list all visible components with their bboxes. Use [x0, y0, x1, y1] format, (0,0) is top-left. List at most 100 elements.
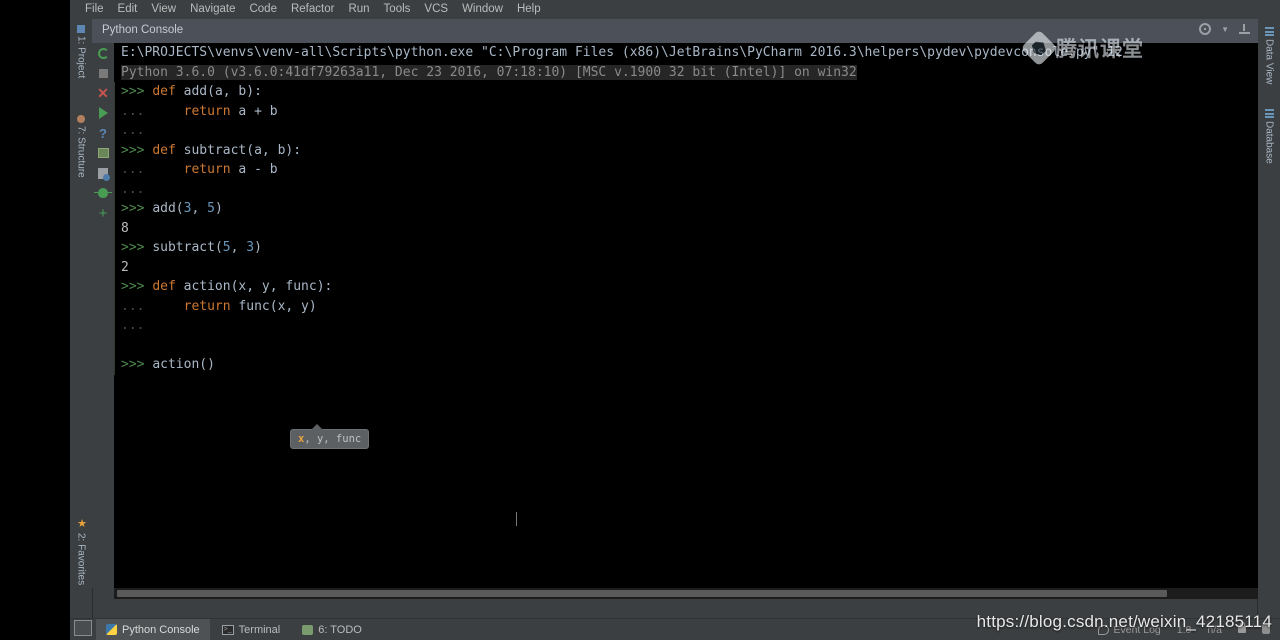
resize-handle[interactable] — [74, 620, 92, 636]
console-output: 8 — [121, 220, 129, 236]
sidebar-item-data-view[interactable]: Data View — [1258, 21, 1280, 97]
console-line: ... return a - b — [114, 160, 1258, 180]
sidebar-item-project-label: 1: Project — [75, 36, 87, 79]
sidebar-item-project[interactable]: 1: Project — [70, 21, 92, 101]
console-line: ... — [114, 179, 1258, 199]
console-code: return func(x, y) — [183, 298, 317, 314]
status-bar-tabs: Python Console >_ Terminal 6: TODO — [96, 619, 372, 640]
menu-item-view[interactable]: View — [144, 0, 183, 19]
tab-terminal-label: Terminal — [238, 623, 281, 636]
chevron-down-icon[interactable]: ▼ — [1221, 25, 1229, 34]
console-line: ... — [114, 316, 1258, 336]
console-startup-command: E:\PROJECTS\venvs\venv-all\Scripts\pytho… — [121, 45, 1123, 60]
encoding-indicator[interactable]: n/a — [1207, 624, 1222, 636]
tab-todo[interactable]: 6: TODO — [292, 619, 372, 640]
console-continuation: ... — [121, 103, 145, 119]
menu-bar: File Edit View Navigate Code Refactor Ru… — [70, 0, 1280, 19]
console-line: 2 — [114, 257, 1258, 277]
console-code: return a - b — [183, 162, 278, 177]
console-code: add(3, 5) — [152, 201, 223, 216]
console-code: def action(x, y, func): — [152, 279, 333, 294]
console-output: 2 — [121, 259, 129, 275]
table-grid-icon — [1264, 27, 1274, 36]
menu-item-refactor[interactable]: Refactor — [284, 0, 341, 19]
pycharm-window: File Edit View Navigate Code Refactor Ru… — [70, 0, 1280, 640]
todo-icon — [302, 624, 314, 635]
console-continuation: ... — [121, 181, 145, 197]
tab-todo-label: 6: TODO — [318, 623, 362, 636]
lock-icon[interactable] — [1238, 622, 1246, 633]
new-console-icon[interactable]: + — [92, 203, 114, 223]
sidebar-item-database-label: Database — [1263, 121, 1275, 164]
sidebar-item-database[interactable]: Database — [1258, 103, 1280, 177]
menu-item-code[interactable]: Code — [242, 0, 284, 19]
console-tab-header: Python Console ▼ — [92, 19, 1258, 44]
debug-icon[interactable] — [92, 183, 114, 203]
sidebar-item-data-view-label: Data View — [1263, 39, 1275, 85]
text-caret — [516, 512, 517, 526]
console-line: ... return a + b — [114, 101, 1258, 121]
panel-controls: ▼ — [1199, 23, 1250, 35]
sidebar-item-favorites[interactable]: ★ 2: Favorites — [70, 513, 92, 605]
console-line: >>> def action(x, y, func): — [114, 277, 1258, 297]
console-code: return a + b — [183, 103, 278, 119]
menu-item-file[interactable]: File — [78, 0, 111, 19]
event-log-label: Event Log — [1113, 623, 1161, 636]
console-line: >>> add(3, 5) — [114, 199, 1258, 219]
tab-terminal[interactable]: >_ Terminal — [212, 619, 291, 640]
python-console-output[interactable]: E:\PROJECTS\venvs\venv-all\Scripts\pytho… — [114, 43, 1258, 588]
console-line: 8 — [114, 218, 1258, 238]
console-lines: >>> def add(a, b):... return a + b... >>… — [114, 82, 1258, 375]
python-icon — [106, 624, 117, 635]
console-code: subtract(5, 3) — [152, 240, 262, 255]
console-code: def subtract(a, b): — [152, 142, 302, 158]
menu-item-tools[interactable]: Tools — [377, 0, 418, 19]
command-history-icon[interactable] — [92, 163, 114, 183]
event-log-icon — [1098, 624, 1110, 635]
minimize-icon[interactable] — [1239, 24, 1250, 34]
tab-python-console[interactable]: Python Console — [96, 619, 210, 640]
show-variables-icon[interactable] — [92, 143, 114, 163]
console-prompt: >>> — [121, 142, 145, 158]
console-prompt: >>> — [121, 240, 145, 255]
stop-icon[interactable] — [92, 63, 114, 83]
event-log-button[interactable]: Event Log — [1098, 623, 1161, 636]
console-line: ... return func(x, y) — [114, 296, 1258, 316]
console-line: >>> action() — [114, 355, 1258, 375]
trash-icon[interactable] — [1262, 625, 1270, 634]
console-line: >>> def add(a, b): — [114, 82, 1258, 102]
console-code: def add(a, b): — [152, 84, 262, 99]
console-continuation: ... — [121, 123, 145, 138]
star-icon: ★ — [75, 517, 88, 530]
menu-item-run[interactable]: Run — [341, 0, 376, 19]
status-bar: Python Console >_ Terminal 6: TODO Event… — [70, 618, 1280, 640]
right-tool-strip: Data View Database — [1257, 19, 1280, 619]
console-toolbar: ✕ ? + — [92, 43, 114, 588]
database-icon — [1264, 109, 1274, 118]
rerun-icon[interactable] — [92, 43, 114, 63]
horizontal-scrollbar[interactable] — [114, 588, 1258, 599]
gear-icon[interactable] — [1199, 23, 1212, 35]
parameter-rest: , y, func — [304, 433, 362, 445]
close-icon[interactable]: ✕ — [92, 83, 114, 103]
terminal-icon: >_ — [221, 624, 234, 635]
console-continuation: ... — [121, 318, 145, 333]
menu-item-edit[interactable]: Edit — [111, 0, 145, 19]
menu-item-window[interactable]: Window — [455, 0, 510, 19]
screenshot-root: File Edit View Navigate Code Refactor Ru… — [0, 0, 1280, 640]
left-tool-strip: 1: Project 7: Structure ★ 2: Favorites — [70, 19, 93, 619]
scrollbar-thumb[interactable] — [117, 590, 1167, 597]
structure-icon — [77, 115, 85, 123]
tab-python-console-label: Python Console — [122, 623, 200, 636]
status-bar-indicators: Event Log 1:8 n/a — [1098, 619, 1270, 640]
run-icon[interactable] — [92, 103, 114, 123]
console-prompt: >>> — [121, 279, 145, 294]
menu-item-vcs[interactable]: VCS — [417, 0, 455, 19]
console-prompt: >>> — [121, 357, 145, 372]
caret-position[interactable]: 1:8 — [1177, 624, 1192, 636]
menu-item-navigate[interactable]: Navigate — [183, 0, 242, 19]
console-line: ... — [114, 121, 1258, 141]
sidebar-item-structure[interactable]: 7: Structure — [70, 111, 92, 203]
menu-item-help[interactable]: Help — [510, 0, 548, 19]
help-icon[interactable]: ? — [92, 123, 114, 143]
